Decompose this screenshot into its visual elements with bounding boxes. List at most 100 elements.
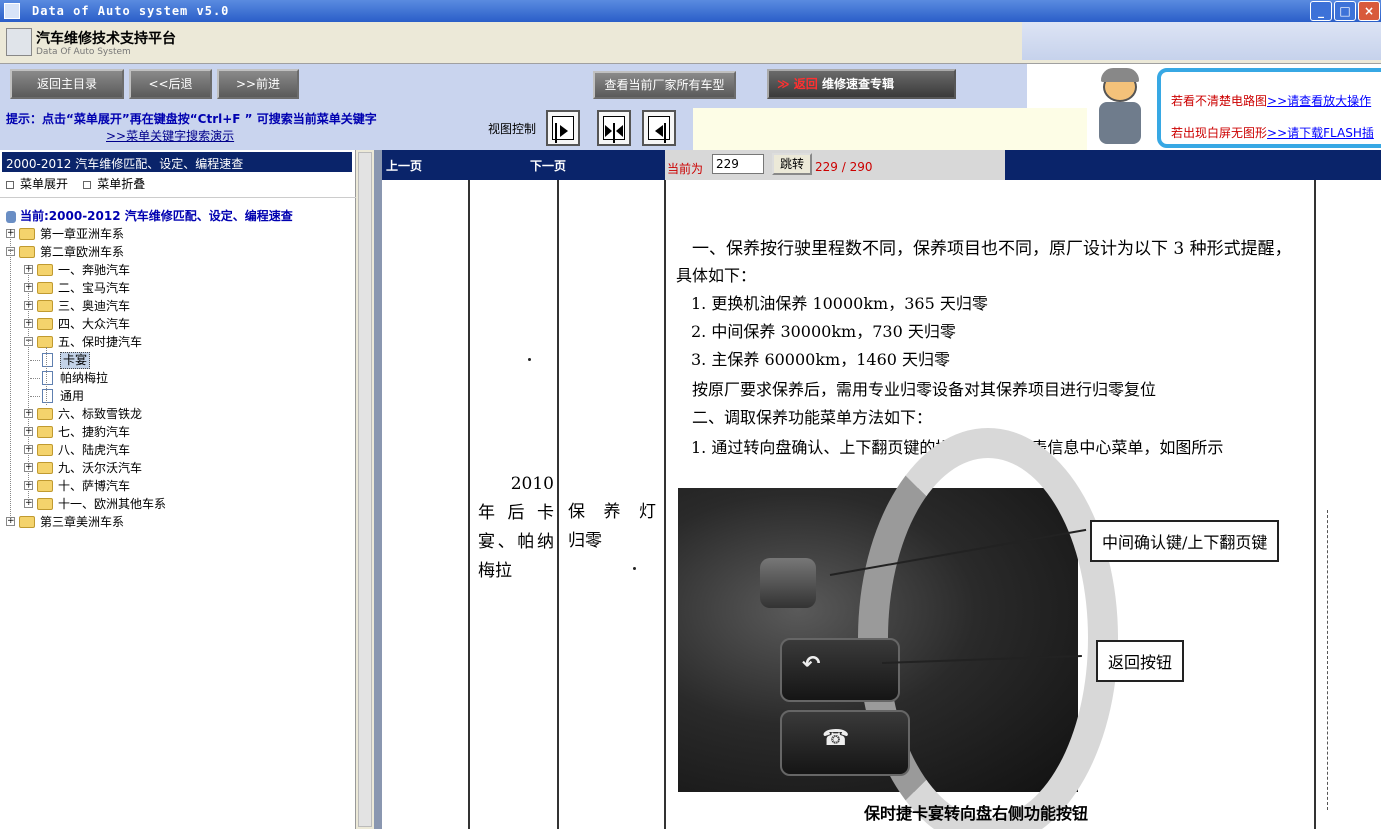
nav-bar: 返回主目录 <<后退 >>前进 查看当前厂家所有车型 ≫ 返回 维修速查专辑 xyxy=(0,64,1027,108)
back-button[interactable]: <<后退 xyxy=(129,69,212,99)
folder-icon xyxy=(37,498,53,510)
help-banner: 若看不清楚电路图>>请查看放大操作 若出现白屏无图形>>请下载FLASH插 xyxy=(1157,68,1381,148)
zoom-help-link[interactable]: >>请查看放大操作 xyxy=(1267,94,1371,108)
folder-open-icon xyxy=(19,246,35,258)
tree-node[interactable]: 卡宴 xyxy=(0,351,350,369)
tree-node-label: 卡宴 xyxy=(60,352,91,369)
jump-button[interactable]: 跳转 xyxy=(772,153,812,175)
help-line-1: 若看不清楚电路图>>请查看放大操作 xyxy=(1171,94,1372,108)
tree-node[interactable]: + 九、沃尔沃汽车 xyxy=(0,459,350,477)
model-cell: 2010 年后卡 宴、帕纳 梅拉 xyxy=(478,470,554,586)
tip-bar: 提示：点击“菜单展开”再在键盘按“Ctrl+F ” 可搜索当前菜单关键字 >>菜… xyxy=(0,108,480,150)
speck xyxy=(528,358,531,361)
view-all-models-button[interactable]: 查看当前厂家所有车型 xyxy=(593,71,736,99)
menu-collapse-button[interactable]: 菜单折叠 xyxy=(97,177,145,191)
next-page-link[interactable]: 下一页 xyxy=(530,157,566,174)
paragraph: 按原厂要求保养后，需用专业归零设备对其保养项目进行归零复位 xyxy=(692,380,1157,399)
current-location-text: 当前:2000-2012 汽车维修匹配、设定、编程速查 xyxy=(20,209,293,223)
app-name: 汽车维修技术支持平台 xyxy=(36,31,176,47)
folder-icon xyxy=(37,444,53,456)
tree-node-label: 七、捷豹汽车 xyxy=(58,425,131,439)
steering-wheel-photo: ↶ ☎ xyxy=(678,428,1118,829)
tree-node-label: 八、陆虎汽车 xyxy=(58,443,131,457)
maximize-icon[interactable]: □ xyxy=(1334,1,1356,21)
expand-left-icon xyxy=(648,116,670,143)
close-icon[interactable]: × xyxy=(1358,1,1380,21)
folder-icon xyxy=(37,282,53,294)
flash-download-link[interactable]: >>请下载FLASH插 xyxy=(1267,126,1374,140)
tree-node[interactable]: + 七、捷豹汽车 xyxy=(0,423,350,441)
prev-page-link[interactable]: 上一页 xyxy=(386,157,422,174)
mascot-cap xyxy=(1101,68,1139,82)
pager-nav: 上一页 下一页 xyxy=(382,150,665,180)
tree-node[interactable]: + 六、标致雪铁龙 xyxy=(0,405,350,423)
callout-confirm-key: 中间确认键/上下翻页键 xyxy=(1090,520,1280,562)
folder-icon xyxy=(19,516,35,528)
tree-node-label: 十一、欧洲其他车系 xyxy=(58,497,167,511)
tree-connector xyxy=(10,234,11,522)
tree-node[interactable]: + 一、奔驰汽车 xyxy=(0,261,350,279)
nav-spacer xyxy=(1027,64,1087,108)
help-line-2: 若出现白屏无图形>>请下载FLASH插 xyxy=(1171,126,1374,140)
paragraph: 1. 更换机油保养 10000km，365 天归零 xyxy=(691,294,988,313)
tree-node[interactable]: 通用 xyxy=(0,387,350,405)
tree-node[interactable]: 帕纳梅拉 xyxy=(0,369,350,387)
tree-node-label: 二、宝马汽车 xyxy=(58,281,131,295)
mechanic-mascot-icon xyxy=(1087,64,1157,150)
table-border xyxy=(1314,180,1316,829)
model-line: 年后卡 xyxy=(478,503,554,523)
tree-node[interactable]: + 十、萨博汽车 xyxy=(0,477,350,495)
model-line: 宴、帕纳 xyxy=(478,532,554,552)
page-number-input[interactable] xyxy=(712,154,764,174)
return-prefix: 返回 xyxy=(793,77,818,91)
function-line: 归零 xyxy=(568,531,602,551)
search-demo-link[interactable]: >>菜单关键字搜索演示 xyxy=(106,127,234,144)
database-icon xyxy=(6,210,16,223)
tree-node[interactable]: − 五、保时捷汽车 xyxy=(0,333,350,351)
tree-connector xyxy=(30,360,40,361)
paragraph: 具体如下： xyxy=(676,266,757,285)
search-tip-text: 提示：点击“菜单展开”再在键盘按“Ctrl+F ” 可搜索当前菜单关键字 xyxy=(6,112,377,126)
folder-icon xyxy=(37,480,53,492)
info-area xyxy=(693,108,1087,150)
help-line-2-text: 出现白屏无图形 xyxy=(1183,126,1268,140)
callout-back-button: 返回按钮 xyxy=(1096,640,1185,682)
tree-node-label: 第二章欧洲车系 xyxy=(40,245,125,259)
view-split-button[interactable] xyxy=(597,110,631,146)
function-cell: 保养灯 归零 xyxy=(568,498,656,556)
splitter-grip[interactable] xyxy=(374,150,382,829)
help-line-1-text: 看不清楚电路图 xyxy=(1183,94,1268,108)
forward-button[interactable]: >>前进 xyxy=(217,69,299,99)
tree-node[interactable]: + 三、奥迪汽车 xyxy=(0,297,350,315)
tree-node-label: 第三章美洲车系 xyxy=(40,515,125,529)
tree-node[interactable]: + 二、宝马汽车 xyxy=(0,279,350,297)
tree-node[interactable]: + 八、陆虎汽车 xyxy=(0,441,350,459)
sidebar-scrollbar[interactable] xyxy=(358,152,372,827)
return-quick-album-button[interactable]: ≫ 返回 维修速查专辑 xyxy=(767,69,956,99)
menu-expand-button[interactable]: 菜单展开 xyxy=(20,177,68,191)
document-icon xyxy=(42,371,53,385)
menu-controls: 菜单展开 菜单折叠 xyxy=(6,175,145,192)
folder-icon xyxy=(37,426,53,438)
minimize-icon[interactable]: _ xyxy=(1310,1,1332,21)
tree-node[interactable]: + 四、大众汽车 xyxy=(0,315,350,333)
view-expand-right-button[interactable] xyxy=(546,110,580,146)
sidebar-header[interactable]: 2000-2012 汽车维修匹配、设定、编程速查 xyxy=(2,152,352,172)
tree-node[interactable]: − 第二章欧洲车系 xyxy=(0,243,350,261)
paragraph: 二、调取保养功能菜单方法如下： xyxy=(692,408,933,427)
table-border xyxy=(664,180,666,829)
current-location: 当前:2000-2012 汽车维修匹配、设定、编程速查 xyxy=(6,207,293,224)
page-jump-panel: 当前为 跳转 229 / 290 xyxy=(665,150,1005,180)
back-main-button[interactable]: 返回主目录 xyxy=(10,69,124,99)
view-expand-left-button[interactable] xyxy=(642,110,676,146)
model-line: 2010 xyxy=(510,474,554,494)
folder-icon xyxy=(19,228,35,240)
tree-node-label: 九、沃尔沃汽车 xyxy=(58,461,143,475)
folder-icon xyxy=(37,462,53,474)
document-icon xyxy=(42,389,53,403)
app-icon xyxy=(4,3,20,19)
expand-right-icon xyxy=(552,116,574,143)
tree-node[interactable]: + 第一章亚洲车系 xyxy=(0,225,350,243)
tree-node[interactable]: + 第三章美洲车系 xyxy=(0,513,350,531)
tree-node[interactable]: + 十一、欧洲其他车系 xyxy=(0,495,350,513)
